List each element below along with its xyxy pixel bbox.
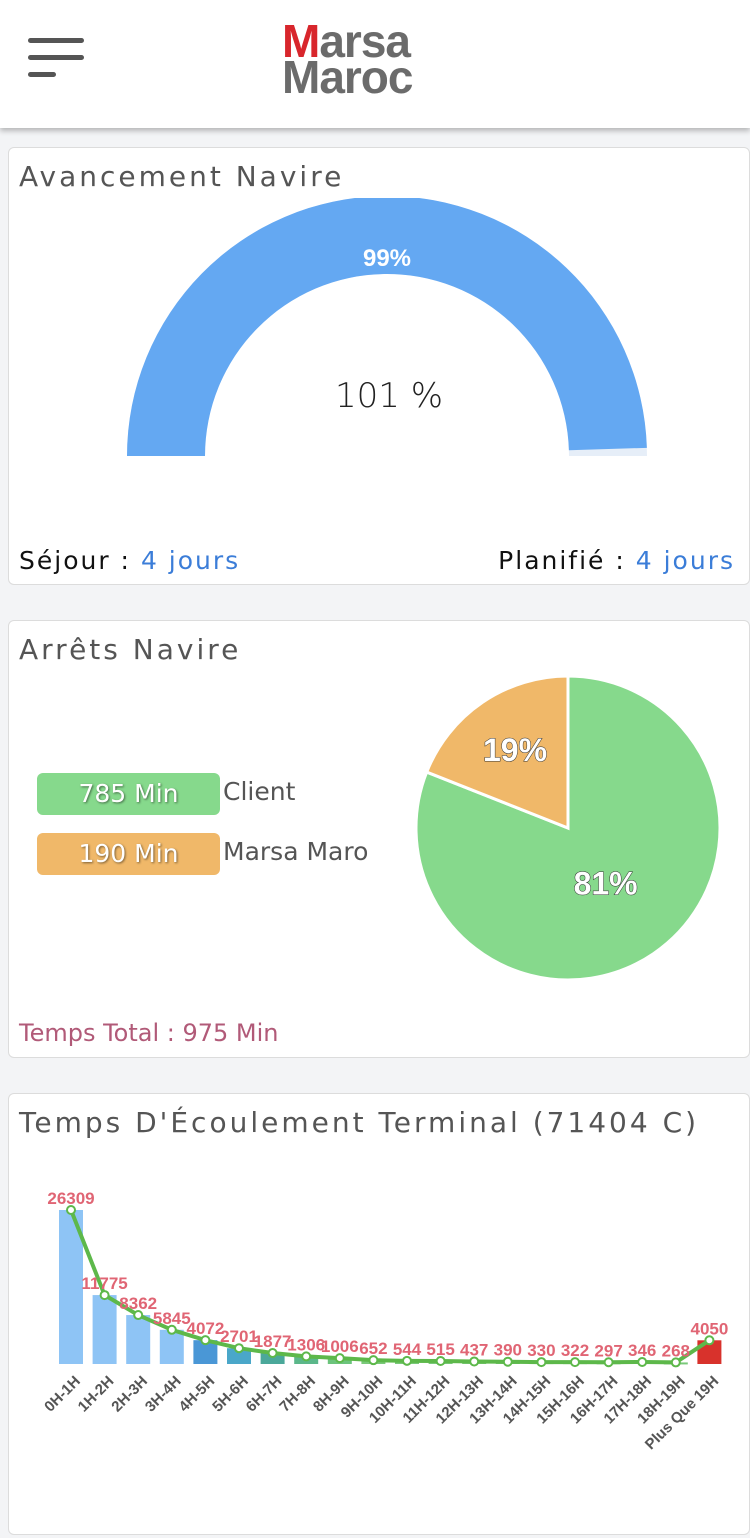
gauge-percent-label: 99% <box>363 245 411 272</box>
data-label: 330 <box>527 1341 555 1360</box>
marsa-maroc-logo: Marsa Maroc <box>282 15 413 103</box>
ecoulement-bar-chart: 26309 117758362584540722701187713061006 65… <box>41 1189 728 1453</box>
temps-total: Temps Total : 975 Min <box>19 1019 279 1047</box>
x-tick-label: 5H-6H <box>209 1373 252 1416</box>
x-tick-label: 3H-4H <box>142 1373 185 1416</box>
arrets-navire-card: Arrêts Navire 785 Min Client 190 Min Mar… <box>8 620 750 1058</box>
card-title: Avancement Navire <box>19 160 345 193</box>
pie-slice-label: 81% <box>574 865 638 901</box>
data-label: 322 <box>561 1341 589 1360</box>
data-label: 11775 <box>81 1274 127 1293</box>
x-tick-label: 7H-8H <box>276 1373 319 1416</box>
card-title: Temps D'Écoulement Terminal (71404 C) <box>19 1106 700 1139</box>
data-label: 515 <box>426 1340 454 1359</box>
gauge-center-value: 101 % <box>334 376 443 416</box>
data-label: 1306 <box>287 1335 325 1354</box>
bar <box>159 1329 184 1364</box>
bar <box>92 1295 117 1364</box>
x-tick-label: 6H-7H <box>243 1373 286 1416</box>
marsa-minutes-badge: 190 Min <box>37 833 220 875</box>
menu-icon[interactable] <box>28 38 86 82</box>
data-label: 26309 <box>47 1189 94 1208</box>
data-label: 437 <box>460 1340 488 1359</box>
data-label: 5845 <box>153 1309 191 1328</box>
data-label: 346 <box>628 1341 656 1360</box>
avancement-navire-card: Avancement Navire 99% 101 % Séjour : 4 j… <box>8 147 750 585</box>
planifie-info: Planifié : 4 jours <box>498 546 735 575</box>
gauge-fill <box>127 198 647 456</box>
x-tick-label: 2H-3H <box>108 1373 151 1416</box>
ecoulement-card: Temps D'Écoulement Terminal (71404 C) 26… <box>8 1093 750 1535</box>
pie-slice-label: 19% <box>483 732 547 768</box>
data-label: 297 <box>594 1341 622 1360</box>
marsa-label: Marsa Maro <box>223 837 369 866</box>
data-label: 544 <box>393 1340 422 1359</box>
data-label: 4072 <box>186 1319 224 1338</box>
planifie-value: 4 jours <box>635 546 735 575</box>
data-label: 268 <box>662 1341 690 1360</box>
data-label: 1877 <box>254 1332 292 1351</box>
sejour-info: Séjour : 4 jours <box>19 546 241 575</box>
sejour-value: 4 jours <box>140 546 241 575</box>
x-tick-label: 1H-2H <box>75 1373 118 1416</box>
data-label: 1006 <box>321 1337 359 1356</box>
x-tick-label: 4H-5H <box>176 1373 219 1416</box>
data-label: 652 <box>359 1339 387 1358</box>
card-title: Arrêts Navire <box>19 633 242 666</box>
data-label: 390 <box>494 1341 522 1360</box>
data-label: 8362 <box>119 1294 157 1313</box>
arrets-pie-chart: 81% 19% <box>414 676 722 982</box>
progress-gauge: 99% <box>127 198 647 456</box>
bar <box>126 1315 151 1364</box>
data-label: 2701 <box>220 1327 258 1346</box>
client-minutes-badge: 785 Min <box>37 773 220 815</box>
app-header: Marsa Maroc <box>0 0 750 128</box>
x-tick-label: 0H-1H <box>41 1373 84 1416</box>
client-label: Client <box>223 777 296 806</box>
data-label: 4050 <box>690 1319 728 1338</box>
